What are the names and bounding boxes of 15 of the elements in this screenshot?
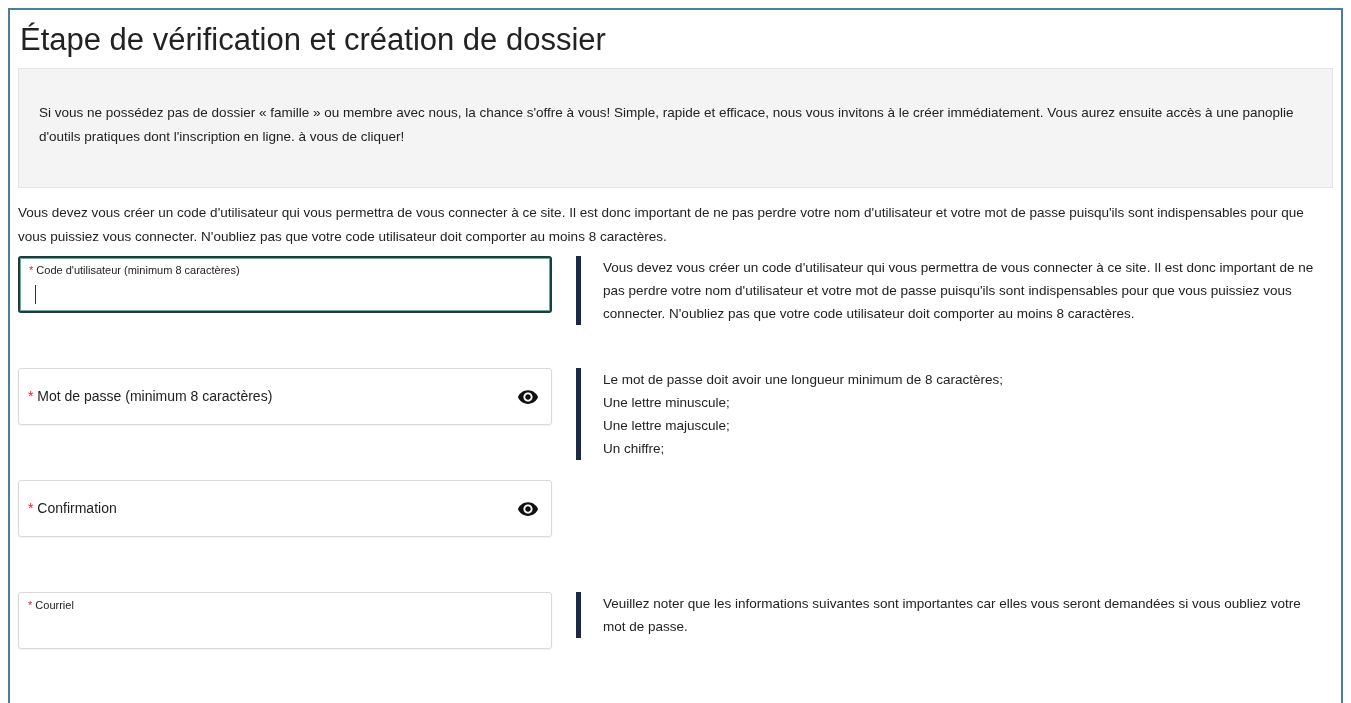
- input-field[interactable]: * Courriel: [18, 592, 552, 649]
- help-text: Le mot de passe doit avoir une longueur minimum de 8 caractères; Une lettre minuscule; Une lettre majuscule; Un chiffre;: [576, 368, 1325, 460]
- field-label: * Courriel: [28, 599, 74, 611]
- field-label: * Mot de passe (minimum 8 caractères): [28, 388, 273, 404]
- field-label: * Code d'utilisateur (minimum 8 caractères): [29, 264, 240, 276]
- intro-text: Vous devez vous créer un code d'utilisateur qui vous permettra de vous connecter à ce site. Il est donc important de ne pas perdre votre nom d'utilisateur et votre mot de passe puisqu'ils sont indispensables pour que vous puissiez vous connecter. N'oubliez pas que votre code utilisateur doit comporter au moins 8 caractères.: [18, 204, 1305, 246]
- page-title: Étape de vérification et création de dossier: [20, 21, 607, 59]
- text-cursor: [35, 285, 36, 304]
- input-field[interactable]: * Confirmation: [18, 480, 552, 537]
- help-text: Vous devez vous créer un code d'utilisateur qui vous permettra de vous connecter à ce site. Il est donc important de ne pas perdre votre nom d'utilisateur et votre mot de passe puisqu'ils sont indispensables pour que vous puissiez vous connecter. N'oubliez pas que votre code utilisateur doit comporter au moins 8 caractères.: [576, 256, 1325, 325]
- field-label: * Confirmation: [28, 500, 117, 516]
- input-field[interactable]: * Mot de passe (minimum 8 caractères): [18, 368, 552, 425]
- notice-box: Si vous ne possédez pas de dossier « famille » ou membre avec nous, la chance s'offre à vous! Simple, rapide et efficace, nous vous invitons à le créer immédiatement. Vous aurez ensuite accès à une panoplie d'outils pratiques dont l'inscription en ligne. à vous de cliquer!: [18, 68, 1333, 188]
- help-text: Veuillez noter que les informations suivantes sont importantes car elles vous seront demandées si vous oubliez votre mot de passe.: [576, 592, 1325, 638]
- input-field[interactable]: * Code d'utilisateur (minimum 8 caractères): [18, 256, 552, 313]
